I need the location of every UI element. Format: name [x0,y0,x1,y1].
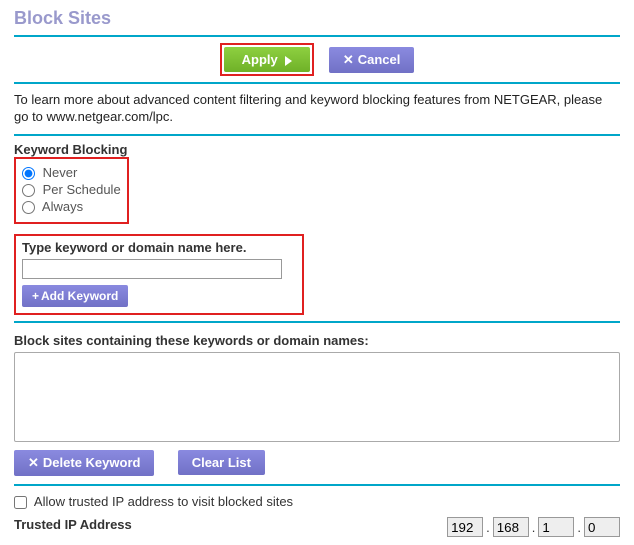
add-keyword-label: Add Keyword [41,289,118,303]
divider [14,484,620,486]
trusted-checkbox[interactable] [14,496,27,509]
radio-never[interactable] [22,167,35,180]
info-line-2: www.netgear.com/lpc. [47,109,173,124]
add-keyword-button[interactable]: +Add Keyword [22,285,128,307]
divider [14,82,620,84]
keyword-input-highlight: Type keyword or domain name here. +Add K… [14,234,304,315]
radio-always[interactable] [22,201,35,214]
divider [14,321,620,323]
apply-button[interactable]: Apply [224,47,311,72]
cancel-button[interactable]: ✕ Cancel [329,47,415,73]
close-icon: ✕ [28,455,39,471]
radio-always-label: Always [42,199,83,214]
divider [14,35,620,37]
dot: . [532,520,536,535]
ip-octet-2[interactable] [493,517,529,537]
close-icon: ✕ [343,52,354,68]
page-title: Block Sites [14,8,620,29]
ip-octet-3[interactable] [538,517,574,537]
divider [14,134,620,136]
clear-list-button[interactable]: Clear List [178,450,265,475]
trusted-checkbox-row: Allow trusted IP address to visit blocke… [14,494,620,509]
ip-octet-4[interactable] [584,517,620,537]
delete-keyword-button[interactable]: ✕ Delete Keyword [14,450,154,476]
clear-list-label: Clear List [192,455,251,470]
trusted-ip-label: Trusted IP Address [14,517,132,532]
keyword-section: Type keyword or domain name here. +Add K… [14,234,620,315]
plus-icon: + [32,289,39,303]
trusted-ip-row: Trusted IP Address ... [14,517,620,537]
info-text: To learn more about advanced content fil… [14,92,620,126]
keyword-blocking-label: Keyword Blocking [14,142,620,157]
apply-label: Apply [242,52,278,67]
trusted-ip-inputs: ... [447,517,620,537]
trusted-checkbox-label: Allow trusted IP address to visit blocke… [34,494,293,509]
radio-never-label: Never [43,165,78,180]
play-icon [285,56,292,66]
radio-never-row[interactable]: Never [22,165,121,180]
radio-schedule-row[interactable]: Per Schedule [22,182,121,197]
dot: . [486,520,490,535]
cancel-label: Cancel [358,52,401,67]
radio-schedule[interactable] [22,184,35,197]
trusted-checkbox-label-wrap[interactable]: Allow trusted IP address to visit blocke… [14,494,293,509]
block-list-label: Block sites containing these keywords or… [14,333,620,348]
dot: . [577,520,581,535]
top-button-bar: Apply ✕ Cancel [14,43,620,76]
list-buttons-row: ✕ Delete Keyword Clear List [14,450,620,476]
ip-octet-1[interactable] [447,517,483,537]
radio-always-row[interactable]: Always [22,199,121,214]
keyword-input-label: Type keyword or domain name here. [22,240,296,255]
keyword-blocking-highlight: Never Per Schedule Always [14,157,129,224]
apply-highlight: Apply [220,43,315,76]
blocked-keywords-list[interactable] [14,352,620,442]
delete-keyword-label: Delete Keyword [43,455,141,470]
keyword-input[interactable] [22,259,282,279]
radio-schedule-label: Per Schedule [43,182,121,197]
